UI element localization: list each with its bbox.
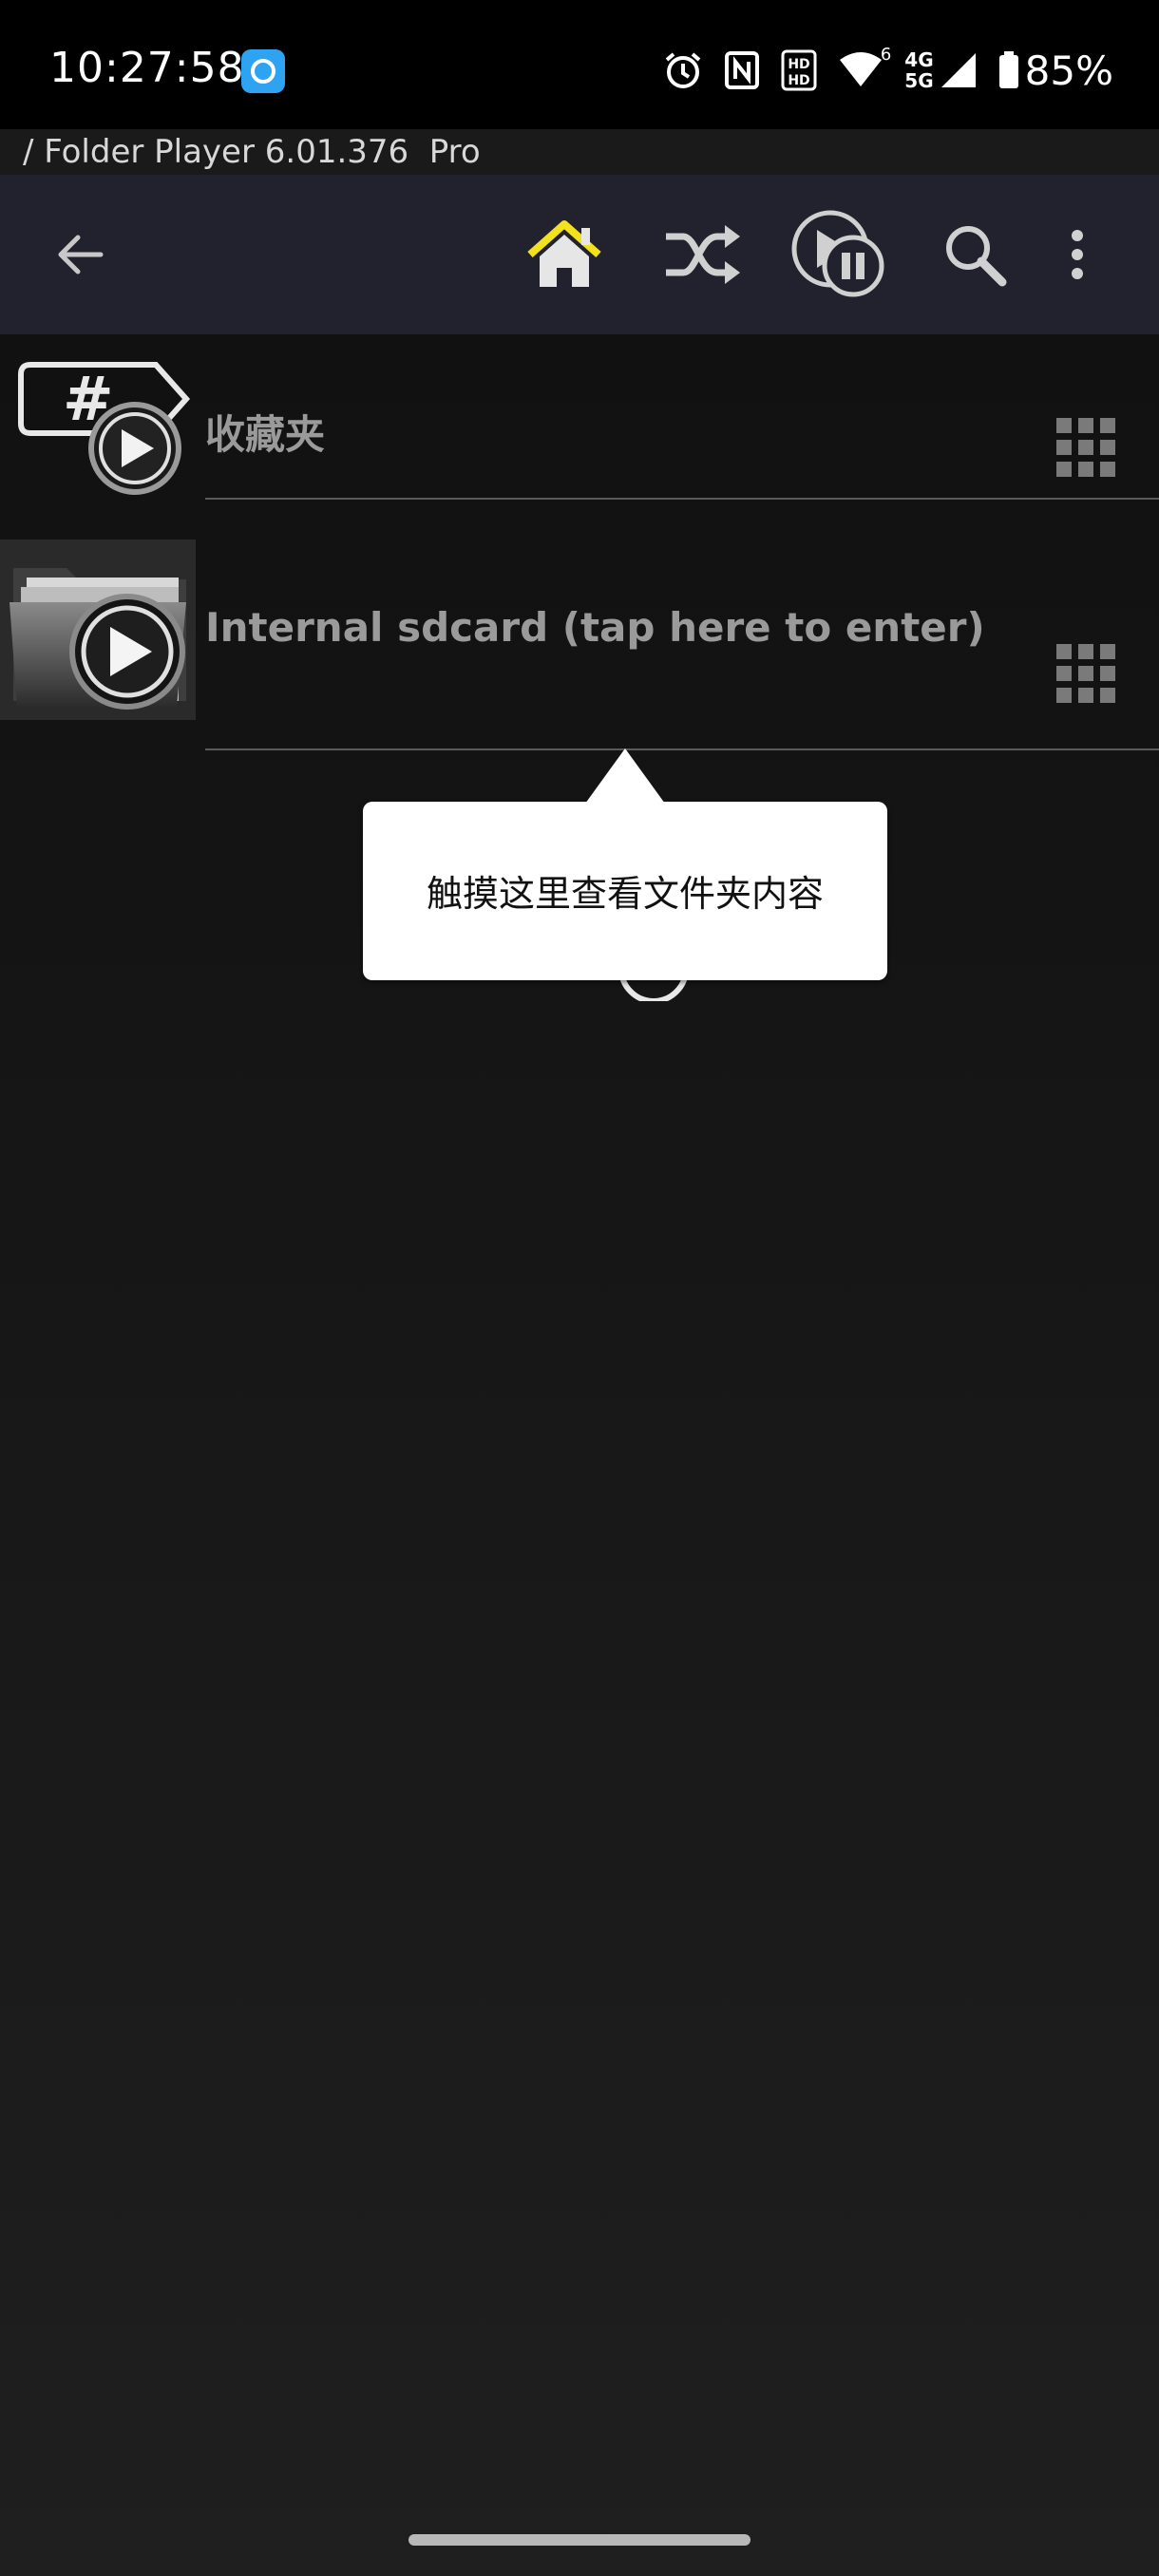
gesture-home-indicator[interactable] [408,2534,750,2546]
more-options-button[interactable] [1049,207,1106,302]
back-button[interactable] [32,207,127,302]
grid-view-button[interactable] [1056,644,1115,703]
list-item-internal-sdcard[interactable]: Internal sdcard (tap here to enter) [0,502,1159,752]
battery-icon: 85% [998,47,1113,94]
status-icons: HD HD 6 4G 5G 85% [663,42,1113,99]
tooltip-text: 触摸这里查看文件夹内容 [426,873,824,915]
divider [205,748,1159,750]
search-icon [946,226,1007,287]
grid-view-button[interactable] [1056,418,1115,477]
battery-percent: 85% [1024,47,1113,94]
shuffle-button[interactable] [656,207,750,302]
back-arrow-icon [58,235,104,275]
play-pause-icon [791,210,884,297]
tag-play-icon: # [13,353,200,502]
list-item-label: 收藏夹 [205,411,326,458]
list-item-label: Internal sdcard (tap here to enter) [205,604,985,651]
status-bar: 10:27:58 HD HD 6 4G 5G 85% [0,0,1159,129]
toolbar [0,175,1159,334]
alarm-icon [663,50,703,90]
folder-play-icon [0,540,196,720]
shuffle-icon [666,225,740,284]
wifi-label: 6 [880,45,892,65]
app-notification-icon [241,49,285,93]
play-pause-button[interactable] [790,207,885,302]
svg-text:HD: HD [788,73,810,88]
hint-tooltip[interactable]: 触摸这里查看文件夹内容 [363,748,887,980]
home-button[interactable] [517,207,612,302]
divider [205,498,1159,500]
wifi-icon: 6 [838,45,891,90]
sim-hd-icon: HD HD [781,49,817,91]
title-bar: / Folder Player 6.01.376 Pro [0,129,1159,175]
cellular-signal-icon: 4G 5G [904,49,977,91]
nfc-icon [724,50,760,90]
path-title: / Folder Player 6.01.376 Pro [23,133,481,171]
list-item-favorites[interactable]: # 收藏夹 [0,334,1159,502]
svg-text:HD: HD [788,57,810,72]
network-label-4g: 4G [904,48,934,71]
search-button[interactable] [927,207,1022,302]
more-vert-icon [1072,230,1083,279]
network-label-5g: 5G [904,69,934,92]
status-time: 10:27:58 [49,44,245,92]
home-icon [527,220,601,287]
